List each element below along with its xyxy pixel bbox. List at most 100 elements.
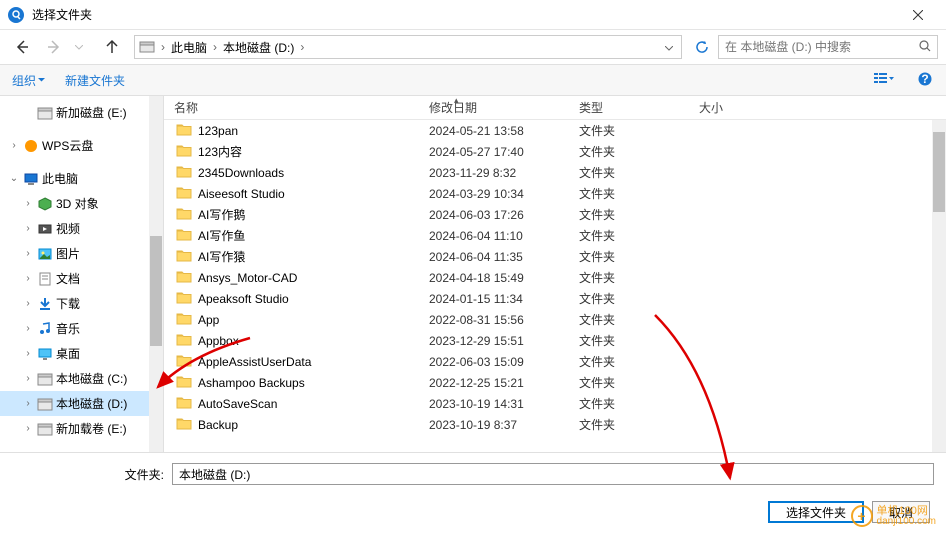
cancel-button[interactable]: 取消 [872, 501, 930, 523]
select-folder-button[interactable]: 选择文件夹 [768, 501, 864, 523]
sort-indicator-icon: ▴ [454, 95, 459, 106]
expand-icon[interactable]: › [22, 348, 34, 359]
up-button[interactable] [98, 35, 126, 59]
scrollbar-thumb[interactable] [933, 132, 945, 212]
search-box[interactable] [718, 35, 938, 59]
expand-icon[interactable]: › [22, 323, 34, 334]
forward-button[interactable] [40, 35, 68, 59]
help-button[interactable]: ? [916, 70, 934, 91]
column-date[interactable]: 修改日期 [419, 99, 569, 116]
tree-item[interactable]: ›本地磁盘 (C:) [0, 366, 163, 391]
tree-item[interactable]: ›下载 [0, 291, 163, 316]
file-type: 文件夹 [569, 164, 689, 181]
tree-label: 新加磁盘 (E:) [56, 104, 127, 121]
search-icon[interactable] [919, 40, 931, 55]
3d-icon [37, 196, 53, 212]
breadcrumb-pc[interactable]: 此电脑 [167, 39, 211, 56]
file-date: 2022-12-25 15:21 [419, 376, 569, 390]
tree-item[interactable]: ›图片 [0, 241, 163, 266]
new-folder-button[interactable]: 新建文件夹 [65, 72, 125, 89]
music-icon [37, 321, 53, 337]
column-size[interactable]: 大小 [689, 99, 789, 116]
tree-scrollbar[interactable] [149, 96, 163, 452]
file-row[interactable]: AutoSaveScan2023-10-19 14:31文件夹 [164, 393, 946, 414]
tree-item[interactable]: › WPS云盘 [0, 133, 163, 158]
file-row[interactable]: App2022-08-31 15:56文件夹 [164, 309, 946, 330]
folder-icon [176, 206, 192, 223]
tree-label: 3D 对象 [56, 195, 99, 212]
file-row[interactable]: Aiseesoft Studio2024-03-29 10:34文件夹 [164, 183, 946, 204]
file-row[interactable]: 2345Downloads2023-11-29 8:32文件夹 [164, 162, 946, 183]
file-type: 文件夹 [569, 227, 689, 244]
file-row[interactable]: AppleAssistUserData2022-06-03 15:09文件夹 [164, 351, 946, 372]
folder-icon [176, 185, 192, 202]
file-name: AI写作鱼 [198, 227, 245, 244]
file-row[interactable]: 123pan2024-05-21 13:58文件夹 [164, 120, 946, 141]
organize-menu[interactable]: 组织 [12, 72, 45, 89]
tree-item[interactable]: ⌄ 此电脑 [0, 166, 163, 191]
file-row[interactable]: 123内容2024-05-27 17:40文件夹 [164, 141, 946, 162]
file-type: 文件夹 [569, 353, 689, 370]
tree-label: 此电脑 [42, 170, 78, 187]
view-options-button[interactable] [872, 70, 896, 91]
expand-icon[interactable]: › [22, 198, 34, 209]
organize-label: 组织 [12, 72, 36, 89]
folder-icon [176, 290, 192, 307]
file-row[interactable]: AI写作猿2024-06-04 11:35文件夹 [164, 246, 946, 267]
expand-icon[interactable]: › [22, 298, 34, 309]
desk-icon [37, 346, 53, 362]
file-scrollbar[interactable] [932, 120, 946, 452]
file-row[interactable]: Ashampoo Backups2022-12-25 15:21文件夹 [164, 372, 946, 393]
file-row[interactable]: AI写作鹅2024-06-03 17:26文件夹 [164, 204, 946, 225]
expand-icon[interactable]: › [8, 140, 20, 151]
file-row[interactable]: Backup2023-10-19 8:37文件夹 [164, 414, 946, 435]
back-button[interactable] [8, 35, 36, 59]
folder-name-input[interactable] [172, 463, 934, 485]
tree-item[interactable]: ›文档 [0, 266, 163, 291]
file-row[interactable]: Appbox2023-12-29 15:51文件夹 [164, 330, 946, 351]
file-row[interactable]: Apeaksoft Studio2024-01-15 11:34文件夹 [164, 288, 946, 309]
file-type: 文件夹 [569, 290, 689, 307]
tree-item[interactable]: ›音乐 [0, 316, 163, 341]
file-date: 2024-03-29 10:34 [419, 187, 569, 201]
close-button[interactable] [898, 0, 938, 30]
refresh-button[interactable] [690, 35, 714, 59]
folder-tree[interactable]: 新加磁盘 (E:) › WPS云盘 ⌄ 此电脑 › 3D 对象 ›视频›图片›文档›下载›音乐… [0, 96, 164, 452]
expand-icon[interactable]: › [22, 223, 34, 234]
expand-icon[interactable]: › [22, 373, 34, 384]
tree-label: WPS云盘 [42, 137, 93, 154]
expand-icon[interactable]: › [22, 273, 34, 284]
doc-icon [37, 271, 53, 287]
scrollbar-thumb[interactable] [150, 236, 162, 346]
expand-icon[interactable]: › [22, 423, 34, 434]
column-name[interactable]: 名称 [164, 99, 419, 116]
file-type: 文件夹 [569, 185, 689, 202]
breadcrumb-drive[interactable]: 本地磁盘 (D:) [219, 39, 298, 56]
folder-icon [176, 332, 192, 349]
tree-item[interactable]: ›视频 [0, 216, 163, 241]
tree-item[interactable]: › 3D 对象 [0, 191, 163, 216]
pc-icon [23, 171, 39, 187]
file-name: Backup [198, 418, 238, 432]
expand-icon[interactable]: › [22, 248, 34, 259]
address-bar[interactable]: › 此电脑 › 本地磁盘 (D:) › [134, 35, 682, 59]
tree-item[interactable]: ›新加载卷 (E:) [0, 416, 163, 441]
address-dropdown[interactable] [661, 40, 677, 54]
search-input[interactable] [725, 40, 919, 54]
file-name: AI写作鹅 [198, 206, 245, 223]
video-icon [37, 221, 53, 237]
file-row[interactable]: Ansys_Motor-CAD2024-04-18 15:49文件夹 [164, 267, 946, 288]
file-name: 123pan [198, 124, 238, 138]
column-type[interactable]: 类型 [569, 99, 689, 116]
expand-icon[interactable]: › [22, 398, 34, 409]
folder-icon [176, 227, 192, 244]
column-headers[interactable]: 名称 ▴ 修改日期 类型 大小 [164, 96, 946, 120]
expand-icon[interactable]: ⌄ [8, 173, 20, 184]
tree-item[interactable]: ›网络 [0, 449, 163, 452]
file-row[interactable]: AI写作鱼 2024-06-04 11:10文件夹 [164, 225, 946, 246]
tree-item[interactable]: 新加磁盘 (E:) [0, 100, 163, 125]
tree-item[interactable]: ›本地磁盘 (D:) [0, 391, 163, 416]
tree-item[interactable]: ›桌面 [0, 341, 163, 366]
file-date: 2024-06-04 11:10 [419, 229, 569, 243]
recent-dropdown[interactable] [72, 35, 86, 59]
